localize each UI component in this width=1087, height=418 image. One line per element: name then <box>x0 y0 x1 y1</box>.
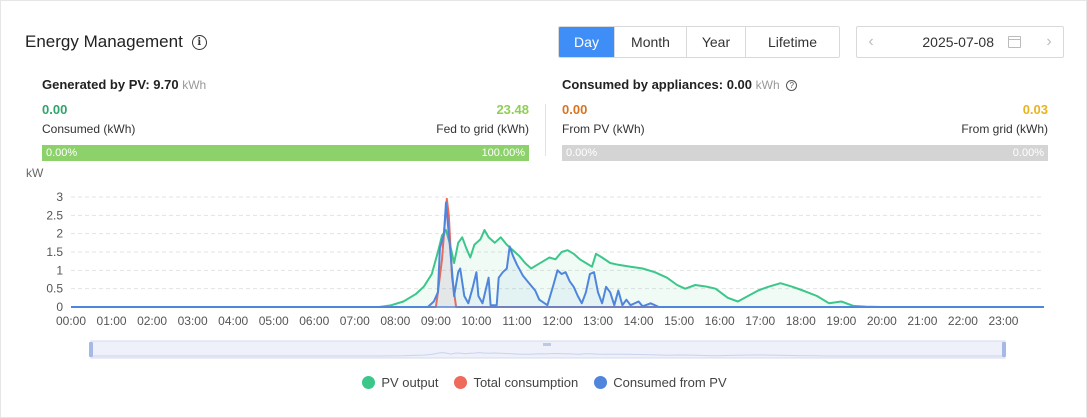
x-tick-label: 09:00 <box>421 314 451 328</box>
date-picker: ‹ 2025-07-08 › <box>856 26 1064 58</box>
tab-month[interactable]: Month <box>614 27 686 57</box>
from-grid-label: From grid (kWh) <box>961 122 1048 136</box>
zoom-handle-left[interactable] <box>89 342 93 357</box>
energy-management-card: Energy Management i Day Month Year Lifet… <box>0 0 1087 418</box>
consumed-value: 0.00 <box>42 102 68 117</box>
x-tick-label: 23:00 <box>988 314 1018 328</box>
x-tick-label: 20:00 <box>867 314 897 328</box>
generated-value: 9.70 <box>153 77 179 92</box>
generated-progress-fill <box>42 145 529 161</box>
generated-unit: kWh <box>182 78 207 92</box>
x-tick-label: 07:00 <box>340 314 370 328</box>
generated-bar-left-pct: 0.00% <box>46 147 78 159</box>
legend-dot-icon <box>594 376 608 389</box>
x-tick-label: 04:00 <box>218 314 248 328</box>
legend-dot-icon <box>454 376 468 389</box>
x-tick-label: 01:00 <box>97 314 127 328</box>
x-tick-label: 19:00 <box>826 314 856 328</box>
x-tick-label: 17:00 <box>745 314 775 328</box>
x-tick-label: 00:00 <box>56 314 86 328</box>
legend-item-1[interactable]: Total consumption <box>454 375 578 390</box>
x-tick-label: 21:00 <box>907 314 937 328</box>
help-icon[interactable]: ? <box>786 80 798 91</box>
chart-legend: PV output Total consumption Consumed from … <box>1 375 1087 390</box>
consumed-progress-bar: 0.00% 0.00% <box>562 145 1048 161</box>
y-axis-label: kW <box>26 166 44 180</box>
from-pv-value: 0.00 <box>562 102 588 117</box>
generated-progress-bar: 0.00% 100.00% <box>42 145 529 161</box>
tab-lifetime[interactable]: Lifetime <box>745 27 839 57</box>
x-tick-label: 15:00 <box>664 314 694 328</box>
consumed-appliances-unit: kWh <box>755 78 780 92</box>
generated-bar-right-pct: 100.00% <box>481 147 525 159</box>
x-tick-label: 02:00 <box>137 314 167 328</box>
legend-label: Total consumption <box>473 375 579 390</box>
y-tick-label: 1.5 <box>46 245 63 259</box>
consumed-bar-right-pct: 0.00% <box>1012 147 1044 159</box>
x-tick-label: 11:00 <box>502 314 531 328</box>
legend-dot-icon <box>362 376 376 389</box>
x-tick-label: 12:00 <box>542 314 572 328</box>
from-pv-label: From PV (kWh) <box>562 122 645 136</box>
generated-label: Generated by PV: <box>42 77 150 92</box>
tab-year[interactable]: Year <box>686 27 745 57</box>
page-title: Energy Management i <box>25 32 207 52</box>
fed-to-grid-label: Fed to grid (kWh) <box>436 122 529 136</box>
consumed-appliances-value: 0.00 <box>726 77 753 92</box>
tab-day[interactable]: Day <box>559 27 614 57</box>
y-tick-label: 1 <box>56 263 63 277</box>
section-divider <box>545 104 546 156</box>
calendar-icon[interactable] <box>1008 36 1021 48</box>
period-tabs: Day Month Year Lifetime <box>558 26 840 58</box>
y-tick-label: 2.5 <box>46 208 63 222</box>
x-tick-label: 03:00 <box>178 314 208 328</box>
x-tick-label: 18:00 <box>786 314 816 328</box>
y-tick-label: 2 <box>56 227 63 241</box>
chevron-left-icon[interactable]: ‹ <box>857 33 885 51</box>
series-area-2 <box>71 202 1044 307</box>
chevron-right-icon[interactable]: › <box>1035 33 1063 51</box>
fed-to-grid-value: 23.48 <box>496 102 529 117</box>
x-tick-label: 16:00 <box>705 314 735 328</box>
y-tick-label: 3 <box>56 190 63 204</box>
info-icon[interactable]: i <box>191 34 207 50</box>
from-grid-value: 0.03 <box>1022 102 1048 117</box>
consumed-label: Consumed (kWh) <box>42 122 136 136</box>
generated-section: Generated by PV: 9.70 kWh 0.00 23.48 Con… <box>42 77 529 161</box>
x-tick-label: 14:00 <box>624 314 654 328</box>
page-title-text: Energy Management <box>25 32 183 51</box>
consumed-section: Consumed by appliances: 0.00 kWh ? 0.00 … <box>562 77 1048 161</box>
x-tick-label: 08:00 <box>380 314 410 328</box>
consumed-bar-left-pct: 0.00% <box>566 147 598 159</box>
power-chart: kW 0 0.5 1 1.5 2 2.5 3 00:00 01:00 02:00 03:00 04:00… <box>26 166 1044 359</box>
x-tick-label: 06:00 <box>299 314 329 328</box>
x-tick-label: 22:00 <box>948 314 978 328</box>
y-tick-label: 0.5 <box>46 282 63 296</box>
consumed-appliances-label: Consumed by appliances: <box>562 77 724 92</box>
zoom-handle-right[interactable] <box>1002 342 1006 357</box>
legend-label: PV output <box>381 375 439 390</box>
generated-heading: Generated by PV: 9.70 kWh <box>42 77 529 92</box>
date-input[interactable]: 2025-07-08 <box>885 34 1008 50</box>
x-tick-label: 05:00 <box>259 314 289 328</box>
y-tick-label: 0 <box>56 300 63 314</box>
zoom-grip-icon <box>543 343 551 346</box>
legend-label: Consumed from PV <box>613 375 727 390</box>
legend-item-0[interactable]: PV output <box>362 375 438 390</box>
x-tick-label: 13:00 <box>583 314 613 328</box>
legend-item-2[interactable]: Consumed from PV <box>594 375 727 390</box>
x-tick-label: 10:00 <box>461 314 491 328</box>
consumed-heading: Consumed by appliances: 0.00 kWh ? <box>562 77 1048 92</box>
